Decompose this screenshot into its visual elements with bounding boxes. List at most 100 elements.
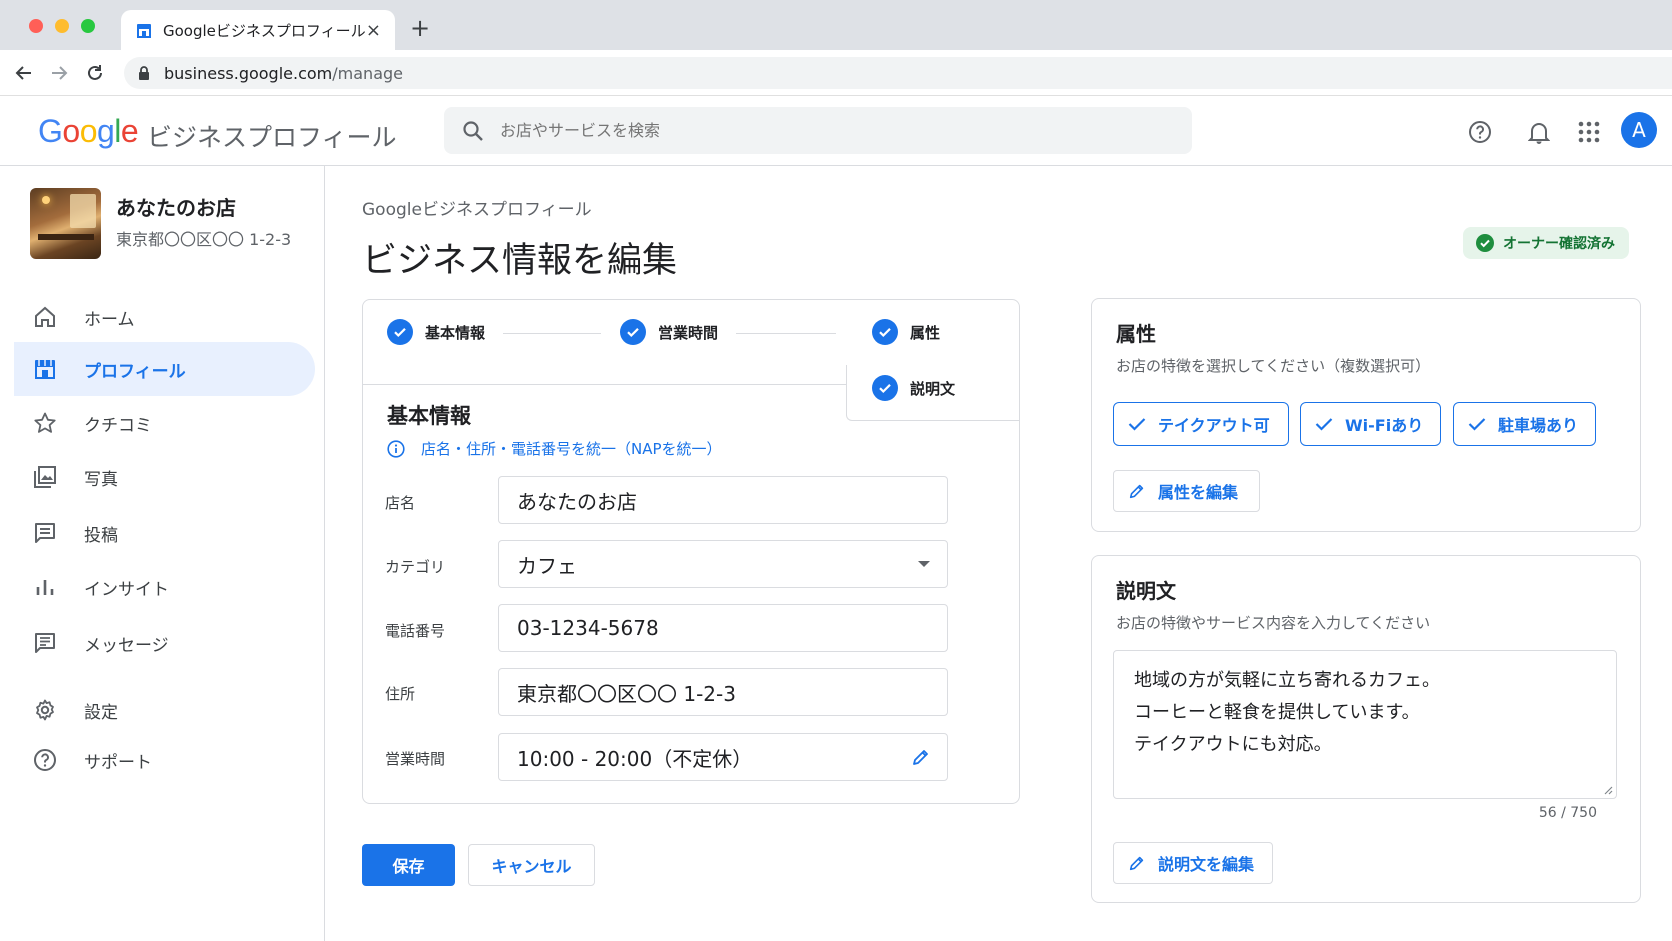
dropdown-arrow-icon xyxy=(917,541,931,587)
message-icon xyxy=(32,630,58,656)
browser-tab-bar: Googleビジネスプロフィール × + xyxy=(0,0,1672,50)
phone-field[interactable]: 03-1234-5678 xyxy=(498,604,948,652)
back-arrow-icon[interactable] xyxy=(13,62,35,84)
step-connector xyxy=(736,333,836,334)
store-name-field[interactable]: あなたのお店 xyxy=(498,476,948,524)
maximize-window-button[interactable] xyxy=(81,19,95,33)
sidebar-item-messages[interactable]: メッセージ xyxy=(14,616,315,670)
account-avatar[interactable]: A xyxy=(1621,112,1657,148)
check-icon xyxy=(1128,417,1146,431)
help-icon xyxy=(32,747,58,773)
sidebar-item-posts[interactable]: 投稿 xyxy=(14,506,315,560)
check-circle-icon xyxy=(1476,234,1494,252)
basic-info-divider xyxy=(362,384,847,385)
store-name-label: 店名 xyxy=(385,494,416,512)
phone-label: 電話番号 xyxy=(385,622,446,640)
app-header: Google ビジネスプロフィール A xyxy=(0,96,1672,166)
reload-icon[interactable] xyxy=(84,62,106,84)
tab-title: Googleビジネスプロフィール xyxy=(163,21,366,40)
forward-arrow-icon[interactable] xyxy=(48,62,70,84)
check-icon xyxy=(872,375,898,401)
sidebar-item-photos[interactable]: 写真 xyxy=(14,450,315,504)
url-field[interactable]: business.google.com/manage xyxy=(124,57,1672,89)
step-description[interactable]: 説明文 xyxy=(872,375,955,401)
edit-description-button[interactable]: 説明文を編集 xyxy=(1113,842,1273,884)
browser-tab[interactable]: Googleビジネスプロフィール × xyxy=(121,10,395,50)
pencil-icon xyxy=(1128,482,1146,500)
help-icon[interactable] xyxy=(1467,119,1493,145)
pencil-icon[interactable] xyxy=(911,734,931,780)
description-line: コーヒーと軽食を提供しています。 xyxy=(1134,702,1420,723)
description-textarea[interactable]: 地域の方が気軽に立ち寄れるカフェ。 コーヒーと軽食を提供しています。 テイクアウ… xyxy=(1113,650,1617,799)
step-attributes[interactable]: 属性 xyxy=(872,319,940,345)
step-connector xyxy=(503,333,601,334)
pencil-icon xyxy=(1128,854,1146,872)
check-icon xyxy=(1315,417,1333,431)
business-photo xyxy=(30,188,101,259)
star-icon xyxy=(32,410,58,436)
sidebar-item-profile[interactable]: プロフィール xyxy=(14,342,315,396)
lock-icon xyxy=(138,66,150,80)
business-address: 東京都〇〇区〇〇 1-2-3 xyxy=(116,230,292,249)
chip-parking[interactable]: 駐車場あり xyxy=(1453,402,1596,446)
close-window-button[interactable] xyxy=(29,19,43,33)
search-box[interactable] xyxy=(444,107,1192,154)
breadcrumb[interactable]: Googleビジネスプロフィール xyxy=(362,195,592,220)
sidebar: あなたのお店 東京都〇〇区〇〇 1-2-3 ホーム プロフィール クチコミ 写真… xyxy=(0,166,325,941)
google-logo[interactable]: Google xyxy=(38,113,139,150)
tab-close-icon[interactable]: × xyxy=(366,20,381,41)
description-title: 説明文 xyxy=(1116,579,1176,603)
address-bar: business.google.com/manage xyxy=(0,50,1672,96)
new-tab-button[interactable]: + xyxy=(410,14,430,42)
basic-info-title: 基本情報 xyxy=(387,404,471,428)
sidebar-item-reviews[interactable]: クチコミ xyxy=(14,396,315,450)
minimize-window-button[interactable] xyxy=(55,19,69,33)
url-path: /manage xyxy=(332,63,403,83)
address-label: 住所 xyxy=(385,685,416,703)
description-line: 地域の方が気軽に立ち寄れるカフェ。 xyxy=(1134,670,1440,691)
check-icon xyxy=(387,319,413,345)
notifications-bell-icon[interactable] xyxy=(1526,119,1552,145)
page-title: ビジネス情報を編集 xyxy=(362,241,678,281)
search-input[interactable] xyxy=(500,121,1100,140)
sidebar-item-insights[interactable]: インサイト xyxy=(14,560,315,614)
info-icon xyxy=(387,439,405,458)
search-icon xyxy=(462,120,484,142)
sidebar-item-support[interactable]: サポート xyxy=(14,733,315,787)
nap-note[interactable]: 店名・住所・電話番号を統一（NAPを統一） xyxy=(387,438,722,459)
attributes-title: 属性 xyxy=(1116,322,1156,346)
step-basic-info[interactable]: 基本情報 xyxy=(387,319,485,345)
step-hours[interactable]: 営業時間 xyxy=(620,319,718,345)
apps-grid-icon[interactable] xyxy=(1576,119,1602,145)
description-subtitle: お店の特徴やサービス内容を入力してください xyxy=(1116,614,1431,632)
chip-takeout[interactable]: テイクアウト可 xyxy=(1113,402,1289,446)
post-icon xyxy=(32,520,58,546)
attributes-subtitle: お店の特徴を選択してください（複数選択可） xyxy=(1116,357,1431,375)
sidebar-item-settings[interactable]: 設定 xyxy=(14,683,315,737)
verified-badge: オーナー確認済み xyxy=(1463,227,1629,259)
category-select[interactable]: カフェ xyxy=(498,540,948,588)
address-field[interactable]: 東京都〇〇区〇〇 1-2-3 xyxy=(498,668,948,716)
category-label: カテゴリ xyxy=(385,558,446,576)
chip-wifi[interactable]: Wi-Fiあり xyxy=(1300,402,1441,446)
check-icon xyxy=(620,319,646,345)
check-icon xyxy=(872,319,898,345)
hours-label: 営業時間 xyxy=(385,750,446,768)
storefront-icon xyxy=(32,356,58,382)
check-icon xyxy=(1468,417,1486,431)
business-name: あなたのお店 xyxy=(116,196,236,220)
home-icon xyxy=(32,304,58,330)
edit-attributes-button[interactable]: 属性を編集 xyxy=(1113,470,1260,512)
hours-field[interactable]: 10:00 - 20:00（不定休） xyxy=(498,733,948,781)
character-counter: 56 / 750 xyxy=(1538,805,1597,821)
save-button[interactable]: 保存 xyxy=(362,844,455,886)
gear-icon xyxy=(32,697,58,723)
url-host: business.google.com xyxy=(164,63,333,83)
storefront-icon xyxy=(135,21,153,39)
product-name: ビジネスプロフィール xyxy=(147,123,397,152)
resize-grip-icon[interactable] xyxy=(1603,785,1613,795)
bar-chart-icon xyxy=(32,574,58,600)
description-line: テイクアウトにも対応。 xyxy=(1134,734,1332,755)
cancel-button[interactable]: キャンセル xyxy=(468,844,595,886)
sidebar-item-home[interactable]: ホーム xyxy=(14,290,315,344)
